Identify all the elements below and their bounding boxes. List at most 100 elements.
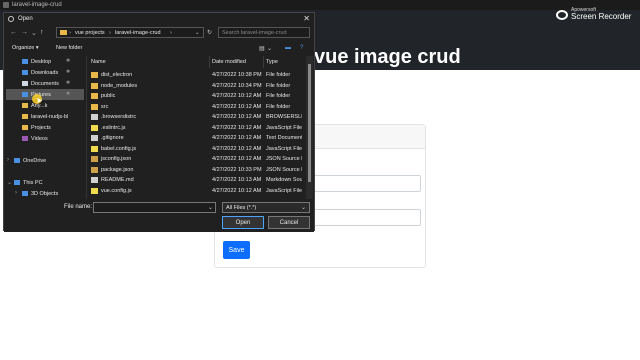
expand-chevron-icon[interactable]: › — [15, 190, 17, 196]
file-row[interactable]: src 4/27/2022 10:12 AM File folder — [88, 102, 304, 112]
cancel-button[interactable]: Cancel — [268, 216, 310, 229]
dialog-app-icon — [8, 16, 14, 22]
file-row[interactable]: .eslintrc.js 4/27/2022 10:12 AM JavaScript… — [88, 123, 304, 133]
breadcrumb-chevron-icon[interactable]: › — [69, 30, 71, 36]
file-row[interactable]: babel.config.js 4/27/2022 10:12 AM JavaScr… — [88, 144, 304, 154]
refresh-icon[interactable]: ↻ — [207, 29, 212, 36]
dialog-footer: File name: ⌄ All Files (*.*) ⌄ Open Canc… — [4, 199, 314, 232]
new-folder-button[interactable]: New folder — [56, 45, 82, 51]
pictures-icon — [22, 92, 28, 97]
chevron-down-icon[interactable]: ⌄ — [208, 204, 213, 211]
nav-item[interactable]: ⌄ This PC — [6, 177, 84, 188]
file-row[interactable]: .browserslistrc 4/27/2022 10:12 AM BROWSER… — [88, 112, 304, 122]
nav-item[interactable]: laravel-nudjs-bl — [6, 111, 84, 122]
help-icon[interactable]: ? — [300, 45, 303, 51]
file-name: node_modules — [101, 82, 138, 89]
nav-item-label: OneDrive — [23, 158, 47, 164]
nav-item-label: Projects — [31, 125, 51, 131]
breadcrumb-chevron-icon[interactable]: › — [109, 30, 111, 36]
save-button[interactable]: Save — [223, 241, 250, 259]
view-options-icon[interactable]: ▤ — [259, 45, 265, 52]
nav-item-label: This PC — [23, 180, 43, 186]
organize-menu[interactable]: Organize ▾ — [12, 45, 39, 51]
vertical-scrollbar[interactable] — [306, 56, 313, 206]
file-row[interactable]: public 4/27/2022 10:12 AM File folder — [88, 91, 304, 101]
file-icon — [91, 135, 98, 141]
file-row[interactable]: vue.config.js 4/27/2022 10:12 AM JavaScrip… — [88, 186, 304, 196]
nav-item[interactable]: › OneDrive — [6, 155, 84, 166]
file-row[interactable]: jsconfig.json 4/27/2022 10:12 AM JSON Sour… — [88, 154, 304, 164]
video-icon — [22, 136, 28, 141]
column-header-name[interactable]: Name — [91, 56, 210, 68]
address-bar[interactable]: › vue projects › laravel-image-crud › ⌄ — [56, 27, 204, 38]
file-type: BROWSERSLISTRC — [266, 114, 302, 120]
preview-pane-icon[interactable]: ▬ — [285, 45, 291, 51]
open-button[interactable]: Open — [222, 216, 264, 229]
nav-item[interactable]: Pictures✱ — [6, 89, 84, 100]
file-row[interactable]: .gitignore 4/27/2022 10:12 AM Text Documen… — [88, 133, 304, 143]
nav-item-label: Videos — [31, 136, 48, 142]
expand-chevron-icon[interactable]: ⌄ — [7, 179, 12, 186]
computer-icon — [14, 180, 20, 185]
page-title: vue image crud — [314, 46, 461, 68]
close-icon[interactable]: ✕ — [303, 14, 310, 23]
folder-icon — [60, 30, 67, 35]
breadcrumb-laravel-image-crud[interactable]: laravel-image-crud — [115, 30, 161, 36]
breadcrumb-vue-projects[interactable]: vue projects — [75, 30, 105, 36]
file-date: 4/27/2022 10:12 AM — [212, 93, 262, 99]
navigation-pane: Desktop✱Downloads✱Documents✱Pictures✱Any… — [6, 56, 84, 208]
name-input[interactable] — [311, 175, 421, 192]
browser-tab-title[interactable]: laravel-image-crud — [12, 2, 62, 8]
file-date: 4/27/2022 10:38 PM — [212, 72, 262, 78]
file-icon — [91, 156, 98, 162]
nav-item[interactable]: › 3D Objects — [6, 188, 84, 199]
file-name: babel.config.js — [101, 145, 137, 152]
dialog-title: Open — [18, 16, 33, 22]
address-dropdown-icon[interactable]: ⌄ — [195, 30, 200, 36]
breadcrumb-chevron-icon[interactable]: › — [170, 30, 172, 36]
scrollbar-thumb[interactable] — [308, 64, 311, 182]
chevron-down-icon[interactable]: ⌄ — [301, 204, 306, 211]
file-type: JavaScript File — [266, 124, 302, 131]
column-header-type[interactable]: Type — [266, 56, 304, 68]
recent-dropdown-icon[interactable]: ⌄ — [31, 29, 37, 37]
nav-item[interactable]: Any...k — [6, 100, 84, 111]
recorder-watermark: Apowersoft Screen Recorder — [556, 8, 631, 21]
back-arrow-icon[interactable]: ← — [10, 29, 17, 36]
file-row[interactable]: package.json 4/27/2022 10:33 PM JSON Sourc… — [88, 165, 304, 175]
file-row[interactable]: node_modules 4/27/2022 10:34 PM File folde… — [88, 81, 304, 91]
nav-item[interactable]: Videos — [6, 133, 84, 144]
expand-chevron-icon[interactable]: › — [7, 157, 9, 163]
dialog-titlebar[interactable]: Open ✕ — [4, 13, 314, 25]
download-icon — [22, 70, 28, 75]
file-date: 4/27/2022 10:34 PM — [212, 82, 262, 89]
nav-item[interactable]: Downloads ✱ — [6, 67, 84, 78]
file-name: dist_electron — [101, 72, 133, 78]
view-dropdown-icon[interactable]: ⌄ — [267, 45, 272, 52]
up-arrow-icon[interactable]: ↑ — [40, 29, 44, 36]
nav-item[interactable]: Desktop ✱ — [6, 56, 84, 67]
browser-title-strip: laravel-image-crud — [0, 0, 640, 10]
file-name-input[interactable]: ⌄ — [93, 202, 216, 213]
file-type: JSON Source File — [266, 156, 302, 162]
search-placeholder: Search laravel-image-crud — [222, 30, 287, 36]
image-file-input[interactable]: n — [311, 209, 421, 226]
file-row[interactable]: README.md 4/27/2022 10:13 AM Markdown Sour… — [88, 175, 304, 185]
file-row[interactable]: dist_electron 4/27/2022 10:38 PM File fold… — [88, 70, 304, 80]
nav-item[interactable]: Projects — [6, 122, 84, 133]
file-date: 4/27/2022 10:33 PM — [212, 166, 262, 173]
file-type: File folder — [266, 82, 291, 89]
file-type: JavaScript File — [266, 145, 302, 152]
pane-splitter[interactable] — [86, 56, 87, 208]
folder-icon — [91, 72, 98, 78]
column-header-date[interactable]: Date modified — [212, 56, 264, 68]
folder-icon — [91, 103, 98, 110]
file-date: 4/27/2022 10:12 AM — [212, 135, 262, 141]
pin-icon: ✱ — [66, 69, 71, 75]
search-input[interactable]: Search laravel-image-crud — [218, 27, 310, 38]
forward-arrow-icon[interactable]: → — [21, 29, 28, 36]
file-name: .browserslistrc — [101, 114, 137, 120]
nav-item[interactable]: Documents ✱ — [6, 78, 84, 89]
file-type-filter[interactable]: All Files (*.*) ⌄ — [222, 202, 310, 213]
